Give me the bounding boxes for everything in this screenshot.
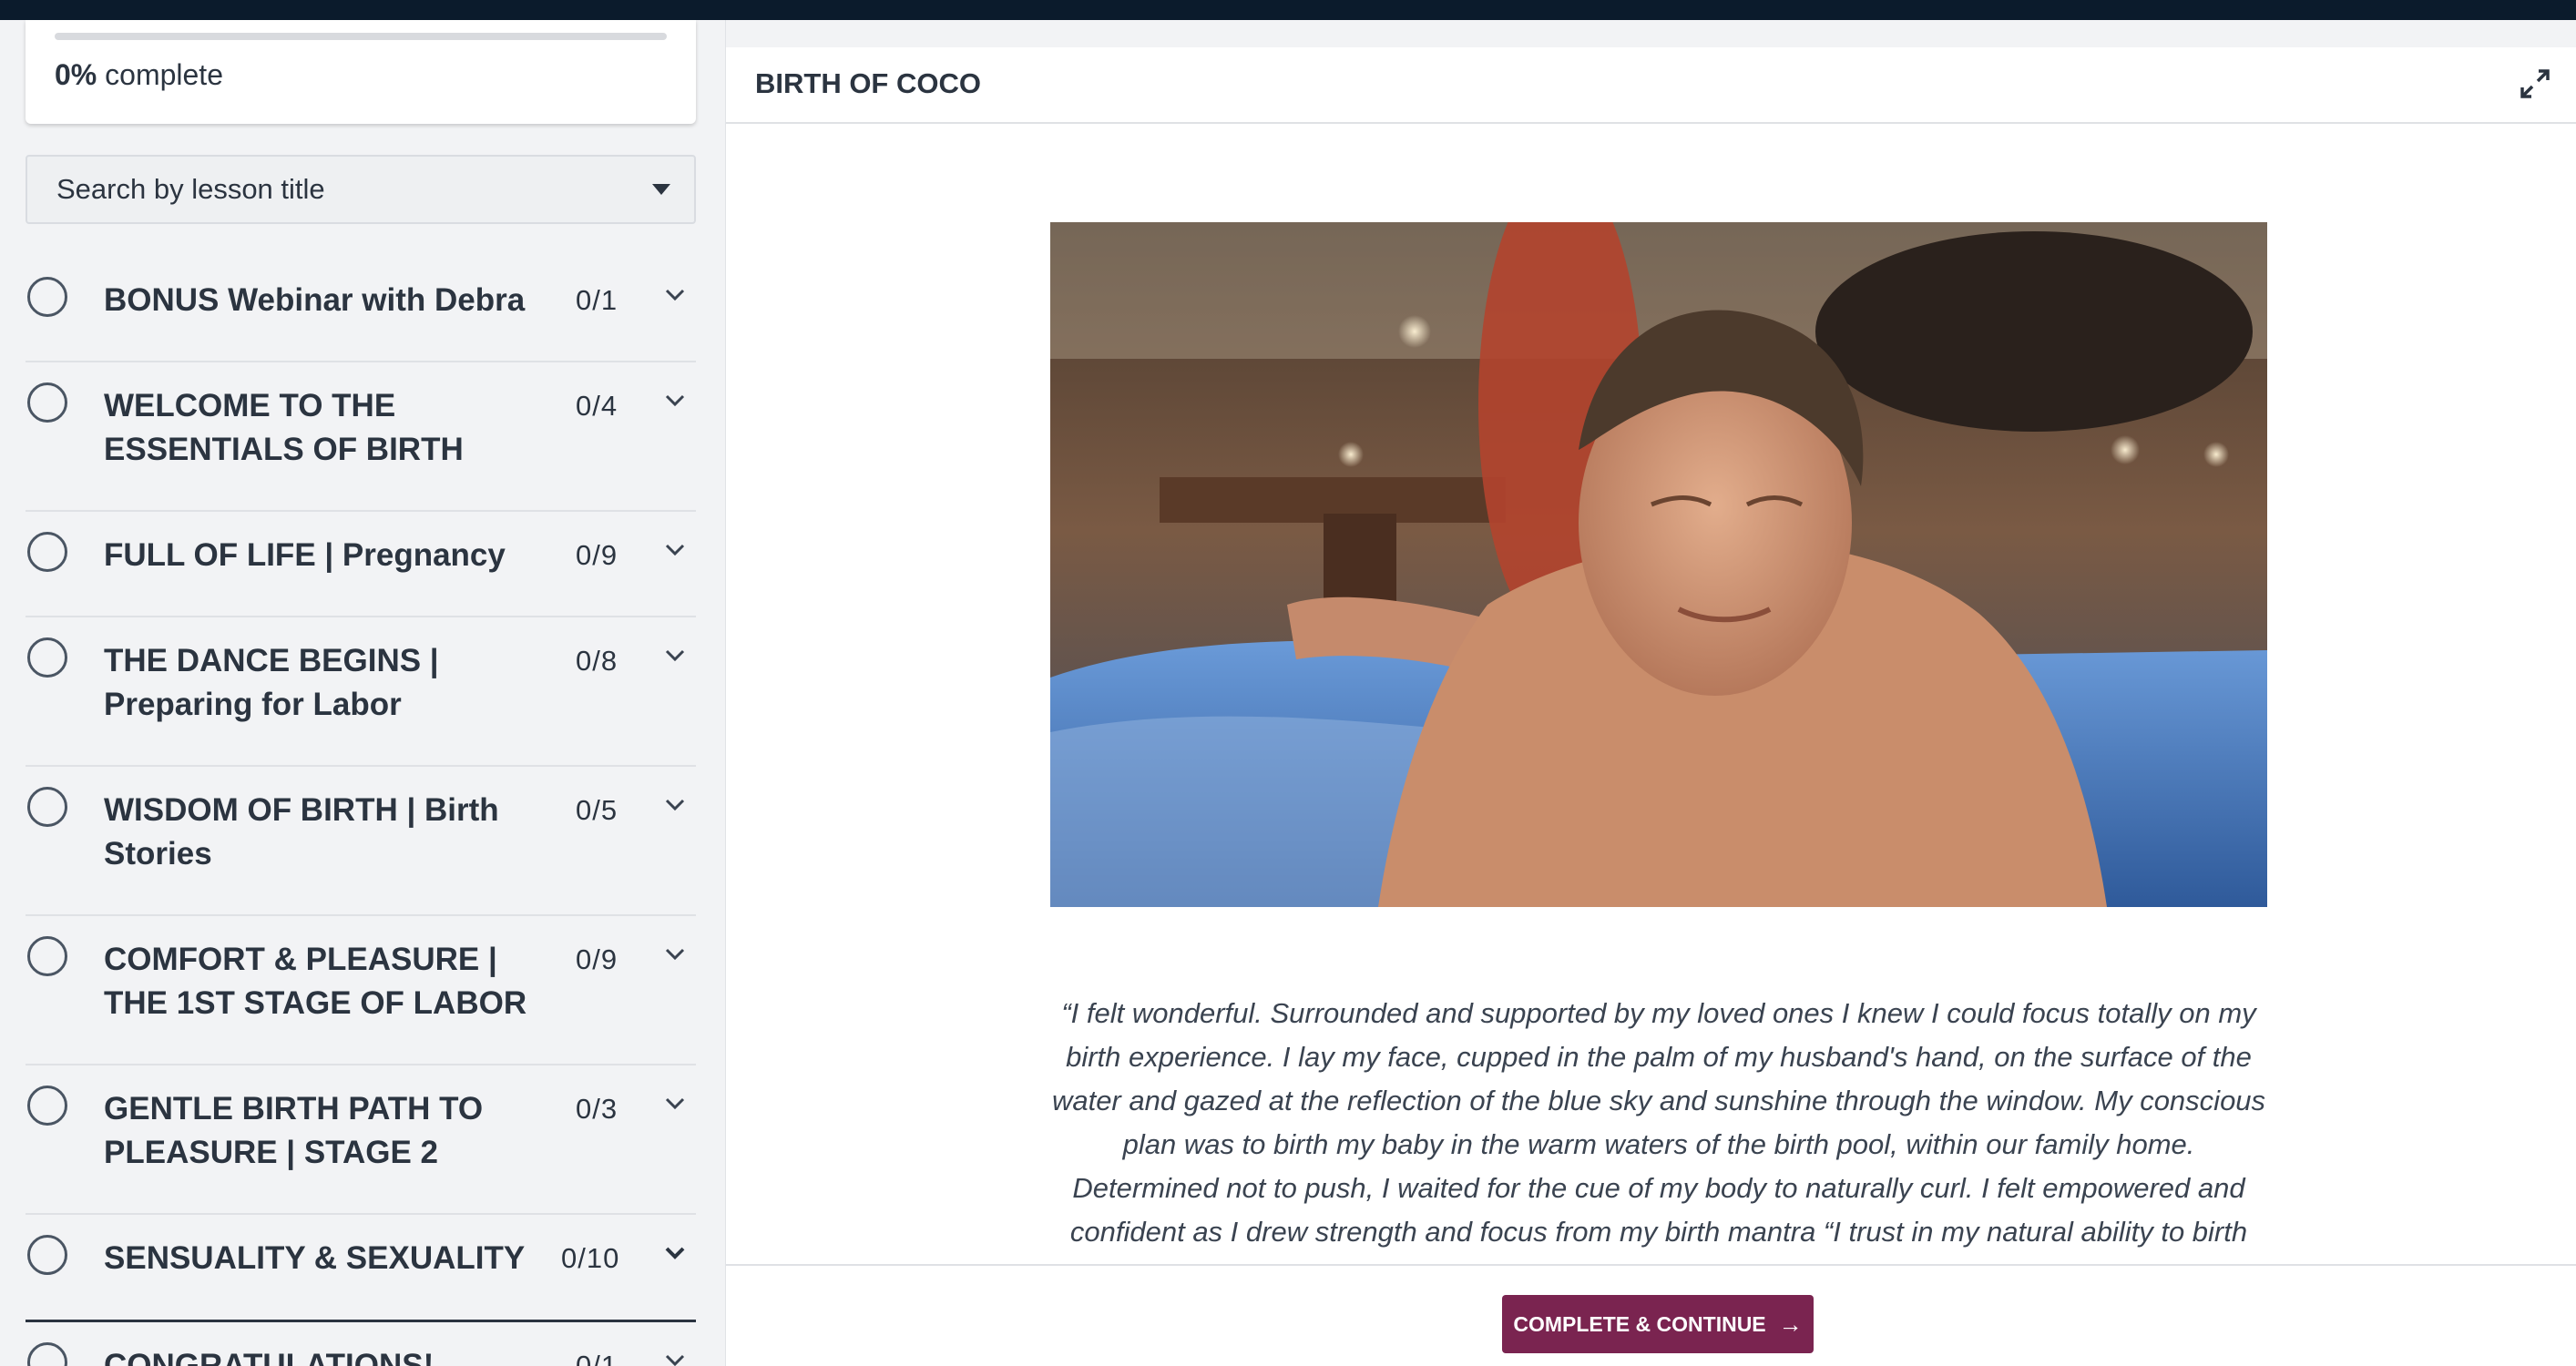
circle-icon: [27, 637, 67, 678]
lesson-title: BIRTH OF COCO: [755, 67, 981, 99]
chevron-down-icon[interactable]: [661, 940, 689, 967]
section-count: 0/1: [576, 1350, 618, 1366]
section-item-active[interactable]: SENSUALITY & SEXUALITY 0/10: [26, 1215, 696, 1322]
section-title: SENSUALITY & SEXUALITY: [104, 1240, 526, 1276]
section-title: WELCOME TO THE ESSENTIALS OF BIRTH: [104, 388, 464, 467]
section-title: WISDOM OF BIRTH | Birth Stories: [104, 792, 499, 872]
section-item[interactable]: WELCOME TO THE ESSENTIALS OF BIRTH 0/4: [26, 362, 696, 512]
circle-icon: [27, 1342, 67, 1366]
section-count: 0/9: [576, 943, 618, 975]
circle-icon: [27, 277, 67, 317]
chevron-down-icon[interactable]: [661, 1346, 689, 1366]
section-count: 0/8: [576, 645, 618, 677]
chevron-down-icon[interactable]: [661, 1089, 689, 1116]
chevron-down-icon[interactable]: [661, 1239, 689, 1266]
section-item[interactable]: WISDOM OF BIRTH | Birth Stories 0/5: [26, 767, 696, 916]
section-count: 0/3: [576, 1093, 618, 1125]
circle-icon: [27, 1086, 67, 1126]
section-item[interactable]: CONGRATULATIONS! 0/1: [26, 1322, 696, 1366]
circle-icon: [27, 787, 67, 827]
section-count: 0/5: [576, 794, 618, 826]
section-title: CONGRATULATIONS!: [104, 1348, 434, 1366]
chevron-down-icon[interactable]: [661, 790, 689, 818]
lesson-header: BIRTH OF COCO: [726, 47, 2576, 124]
circle-icon: [27, 532, 67, 572]
progress-percent: 0%: [55, 58, 97, 91]
caret-down-icon: [652, 184, 670, 195]
section-title: GENTLE BIRTH PATH TO PLEASURE | STAGE 2: [104, 1091, 484, 1170]
complete-continue-button[interactable]: COMPLETE & CONTINUE →: [1502, 1295, 1814, 1353]
expand-arrows-icon[interactable]: [2515, 64, 2555, 104]
progress-card: 0% complete: [26, 20, 696, 124]
section-count: 0/10: [561, 1242, 620, 1274]
section-list: BONUS Webinar with Debra 0/1 WELCOME TO …: [26, 257, 696, 1366]
section-item[interactable]: FULL OF LIFE | Pregnancy 0/9: [26, 512, 696, 617]
chevron-down-icon[interactable]: [661, 641, 689, 668]
section-title: THE DANCE BEGINS | Preparing for Labor: [104, 643, 439, 722]
lesson-search-select[interactable]: Search by lesson title: [26, 155, 696, 224]
birth-pool-photo: [1050, 222, 2267, 907]
section-title: COMFORT & PLEASURE | THE 1ST STAGE OF LA…: [104, 942, 527, 1021]
progress-suffix: complete: [105, 58, 223, 91]
lesson-footer: COMPLETE & CONTINUE →: [726, 1264, 2576, 1366]
section-item[interactable]: BONUS Webinar with Debra 0/1: [26, 257, 696, 362]
section-item[interactable]: THE DANCE BEGINS | Preparing for Labor 0…: [26, 617, 696, 767]
circle-icon: [27, 1235, 67, 1275]
section-count: 0/1: [576, 284, 618, 316]
chevron-down-icon[interactable]: [661, 386, 689, 413]
section-count: 0/9: [576, 539, 618, 571]
circle-icon: [27, 936, 67, 976]
section-title: BONUS Webinar with Debra: [104, 282, 526, 318]
section-item[interactable]: GENTLE BIRTH PATH TO PLEASURE | STAGE 2 …: [26, 1065, 696, 1215]
search-placeholder: Search by lesson title: [56, 173, 325, 205]
progress-bar: [55, 33, 667, 40]
section-title: FULL OF LIFE | Pregnancy: [104, 537, 506, 573]
continue-label: COMPLETE & CONTINUE: [1513, 1311, 1766, 1336]
section-item[interactable]: COMFORT & PLEASURE | THE 1ST STAGE OF LA…: [26, 916, 696, 1065]
course-sidebar: 0% complete Search by lesson title BONUS…: [0, 20, 726, 1366]
top-bar: [0, 0, 2576, 20]
lesson-photo: [1050, 222, 2267, 907]
chevron-down-icon[interactable]: [661, 280, 689, 308]
lesson-content: BIRTH OF COCO “I felt wonderful. Surroun…: [725, 47, 2576, 1366]
progress-label: 0% complete: [55, 58, 223, 92]
section-count: 0/4: [576, 390, 618, 422]
circle-icon: [27, 382, 67, 423]
arrow-right-icon: →: [1778, 1310, 1803, 1338]
chevron-down-icon[interactable]: [661, 535, 689, 563]
